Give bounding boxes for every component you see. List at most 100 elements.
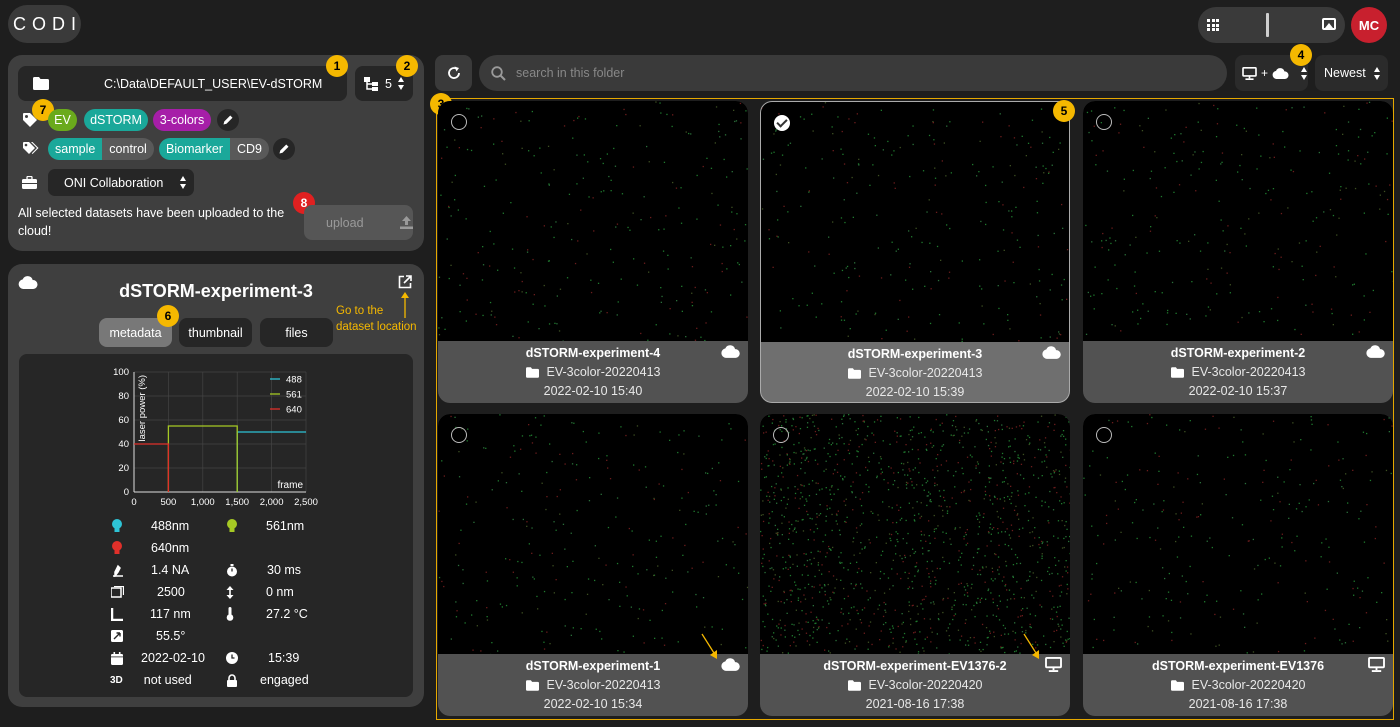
calendar-icon <box>111 651 123 665</box>
z-row: 0 nm <box>226 585 294 599</box>
dataset-card[interactable]: dSTORM-experiment-3 EV-3color-20220413 2… <box>760 101 1070 403</box>
date-row: 2022-02-10 <box>111 651 205 665</box>
dataset-thumbnail[interactable] <box>761 102 1069 342</box>
cloud-icon <box>1272 68 1289 79</box>
select-arrows-icon <box>1374 67 1381 80</box>
card-meta: dSTORM-experiment-3 EV-3color-20220413 2… <box>761 347 1069 399</box>
search-input[interactable] <box>516 66 1116 80</box>
view-size-slider[interactable] <box>1266 13 1269 37</box>
legend-label-561: 561 <box>286 390 302 401</box>
exposure-value: 30 ms <box>267 563 302 577</box>
card-name: dSTORM-experiment-EV1376-2 <box>823 659 1007 673</box>
dataset-count-value: 5 <box>385 76 392 91</box>
stepper-arrows-icon <box>397 77 405 90</box>
search-bar[interactable] <box>479 55 1227 91</box>
edit-tags-button[interactable] <box>217 109 239 131</box>
pencil-icon <box>278 143 290 155</box>
select-checkbox[interactable] <box>451 114 467 130</box>
pair-biomarker[interactable]: Biomarker CD9 <box>159 138 269 160</box>
pair-sample[interactable]: sample control <box>48 138 154 160</box>
select-checkbox[interactable] <box>1096 114 1112 130</box>
dataset-card[interactable]: dSTORM-experiment-2 EV-3color-20220413 2… <box>1083 101 1393 403</box>
select-checkbox[interactable] <box>773 427 789 443</box>
vertical-arrows-icon <box>226 585 234 599</box>
select-checkbox[interactable] <box>774 115 790 131</box>
x-tick-label: 0 <box>131 497 136 508</box>
goto-line-2: dataset location <box>336 321 417 333</box>
card-folder-row: EV-3color-20220413 <box>438 678 748 692</box>
time-value: 15:39 <box>268 651 300 665</box>
dataset-thumbnail[interactable] <box>438 101 748 341</box>
dataset-thumbnail[interactable] <box>438 414 748 654</box>
laser-488-value: 488nm <box>151 519 190 533</box>
edit-pairs-button[interactable] <box>273 138 295 160</box>
select-arrows-icon <box>180 176 187 189</box>
dataset-card[interactable]: dSTORM-experiment-4 EV-3color-20220413 2… <box>438 101 748 403</box>
tab-files[interactable]: files <box>260 318 333 347</box>
codi-logo[interactable]: CODI <box>8 5 81 43</box>
card-date: 2022-02-10 15:37 <box>1188 384 1288 398</box>
card-folder-row: EV-3color-20220413 <box>1083 365 1393 379</box>
cloud-icon <box>1042 346 1061 359</box>
collaboration-value: ONI Collaboration <box>64 175 164 190</box>
tab-thumbnail[interactable]: thumbnail <box>179 318 252 347</box>
card-date: 2021-08-16 17:38 <box>865 697 965 711</box>
upload-status-message: All selected datasets have been uploaded… <box>18 206 285 238</box>
frames-value: 2500 <box>157 585 185 599</box>
folder-icon <box>848 680 861 691</box>
annotation-badge-2: 2 <box>396 55 418 77</box>
card-folder: EV-3color-20220413 <box>546 365 661 379</box>
lightbulb-cyan-icon <box>112 519 122 532</box>
dataset-card[interactable]: dSTORM-experiment-1 EV-3color-20220413 2… <box>438 414 748 716</box>
image-view-icon[interactable] <box>1322 18 1336 30</box>
laser-640-row: 640nm <box>111 541 189 555</box>
card-folder: EV-3color-20220413 <box>1191 365 1306 379</box>
card-meta: dSTORM-experiment-EV1376 EV-3color-20220… <box>1083 659 1393 711</box>
card-folder: EV-3color-20220413 <box>868 366 983 380</box>
card-meta: dSTORM-experiment-4 EV-3color-20220413 2… <box>438 346 748 398</box>
dataset-thumbnail[interactable] <box>760 414 1070 654</box>
frames-row: 2500 <box>111 585 185 599</box>
card-name: dSTORM-experiment-3 <box>847 347 983 361</box>
y-tick-label: 80 <box>118 391 129 402</box>
pair-sample-value: control <box>102 138 154 160</box>
external-link-icon[interactable] <box>398 275 412 289</box>
annotation-arrow-local <box>1023 633 1039 659</box>
y-tick-label: 0 <box>124 487 129 498</box>
dataset-thumbnail[interactable] <box>1083 101 1393 341</box>
dataset-card[interactable]: dSTORM-experiment-EV1376 EV-3color-20220… <box>1083 414 1393 716</box>
upload-button[interactable]: upload <box>304 205 413 240</box>
grid-view-icon[interactable] <box>1207 19 1219 31</box>
folder-path-field[interactable]: C:\Data\DEFAULT_USER\EV-dSTORM <box>18 66 347 101</box>
y-tick-label: 20 <box>118 463 129 474</box>
y-tick-label: 100 <box>113 367 129 378</box>
collaboration-select[interactable]: ONI Collaboration <box>48 169 194 196</box>
folder-icon <box>33 77 49 90</box>
card-date: 2022-02-10 15:40 <box>543 384 643 398</box>
cloud-icon <box>18 276 38 289</box>
pair-biomarker-key: Biomarker <box>159 138 230 160</box>
sort-select[interactable]: Newest <box>1315 55 1388 91</box>
folder-icon <box>848 368 861 379</box>
tag-dstorm[interactable]: dSTORM <box>84 109 148 131</box>
select-checkbox[interactable] <box>1096 427 1112 443</box>
card-folder: EV-3color-20220420 <box>868 678 983 692</box>
dataset-card[interactable]: dSTORM-experiment-EV1376-2 EV-3color-202… <box>760 414 1070 716</box>
cloud-icon <box>721 345 740 358</box>
select-checkbox[interactable] <box>451 427 467 443</box>
tag-3-colors[interactable]: 3-colors <box>153 109 211 131</box>
refresh-button[interactable] <box>435 55 472 91</box>
card-name: dSTORM-experiment-1 <box>525 659 661 673</box>
na-row: 1.4 NA <box>111 563 189 577</box>
laser-561-row: 561nm <box>226 519 304 533</box>
user-avatar[interactable]: MC <box>1351 7 1387 43</box>
card-meta: dSTORM-experiment-2 EV-3color-20220413 2… <box>1083 346 1393 398</box>
clock-icon <box>226 652 238 664</box>
upload-icon <box>399 216 413 229</box>
folder-path-text: C:\Data\DEFAULT_USER\EV-dSTORM <box>104 76 323 91</box>
folder-icon <box>1171 367 1184 378</box>
tag-ev[interactable]: EV <box>48 109 77 131</box>
dataset-thumbnail[interactable] <box>1083 414 1393 654</box>
3d-icon: 3D <box>110 674 123 686</box>
legend-label-488: 488 <box>286 375 302 386</box>
